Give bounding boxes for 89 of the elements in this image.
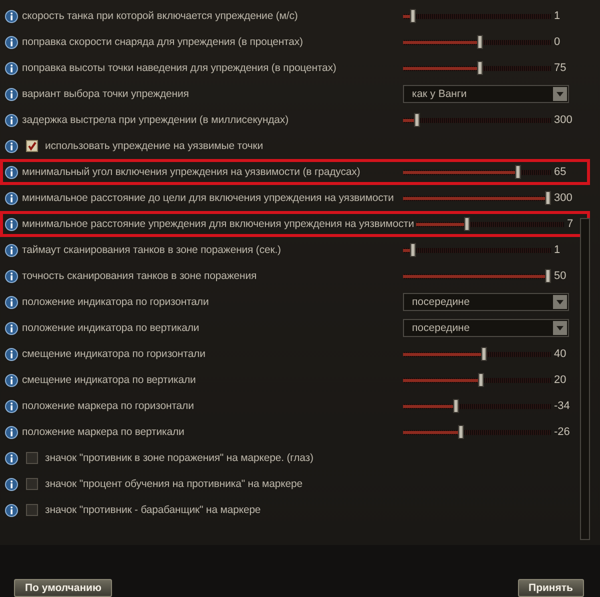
info-icon[interactable] [5,114,18,126]
info-icon[interactable] [5,62,18,74]
slider-thumb[interactable] [545,191,551,205]
slider-thumb[interactable] [478,373,484,387]
slider-value: 50 [554,270,566,282]
slider-value: 1 [554,244,560,256]
setting-label: минимальный угол включения упреждения на уязвимости (в градусах) [22,166,362,178]
setting-label: вариант выбора точки упреждения [22,88,190,100]
slider-track[interactable] [403,243,551,257]
info-icon[interactable] [5,270,18,282]
info-icon[interactable] [5,374,18,386]
info-icon[interactable] [5,504,18,516]
info-icon[interactable] [5,478,18,490]
info-icon[interactable] [5,296,18,308]
info-icon[interactable] [5,426,18,438]
scrollbar[interactable] [580,218,590,540]
slider-thumb[interactable] [410,9,416,23]
checkbox[interactable] [26,140,38,152]
slider-thumb[interactable] [458,425,464,439]
dropdown[interactable]: как у Ванги [403,85,569,103]
info-icon[interactable] [5,10,18,22]
info-icon[interactable] [5,192,18,204]
setting-label: положение маркера по горизонтали [22,400,195,412]
slider-value: 20 [554,374,566,386]
setting-label: смещение индикатора по горизонтали [22,348,206,360]
info-icon[interactable] [5,166,18,178]
info-icon[interactable] [5,348,18,360]
setting-label: значок "противник в зоне поражения" на маркере. (глаз) [45,452,314,464]
slider-thumb[interactable] [476,35,483,49]
slider-track[interactable] [403,35,551,49]
slider-track[interactable] [403,191,551,205]
slider-value: 1 [554,10,560,22]
slider-value: 7 [567,218,574,230]
slider-value: -26 [554,426,570,438]
slider-track[interactable] [403,113,551,127]
slider-track[interactable] [403,373,551,387]
info-icon[interactable] [5,88,18,100]
slider-value: 40 [554,348,566,360]
setting-label: скорость танка при которой включается упреждение (м/с) [22,10,299,22]
slider-track[interactable] [403,165,551,179]
setting-label: значок "процент обучения на противника" на маркере [45,478,304,490]
setting-label: поправка скорости снаряда для упреждения (в процентах) [22,36,304,48]
setting-label: задержка выстрела при упреждении (в миллисекундах) [22,114,290,126]
checkbox[interactable] [26,478,38,490]
slider-thumb[interactable] [464,217,470,231]
slider-track[interactable] [403,425,551,439]
checkbox[interactable] [26,504,38,516]
dropdown[interactable]: посередине [403,293,569,311]
setting-label: поправка высоты точки наведения для упреждения (в процентах) [22,62,338,74]
setting-label: положение индикатора по горизонтали [22,296,210,308]
slider-value: 0 [554,36,560,48]
info-icon[interactable] [5,140,18,152]
slider-value: 300 [554,114,572,126]
setting-label: использовать упреждение на уязвимые точки [45,140,264,152]
slider-value: 65 [554,166,566,178]
slider-value: 75 [554,62,566,74]
slider-track[interactable] [403,399,551,413]
dropdown[interactable]: посередине [403,319,569,337]
action-button[interactable]: По умолчанию [14,579,112,597]
slider-track[interactable] [403,9,551,23]
slider-thumb[interactable] [545,269,551,283]
info-icon[interactable] [5,244,18,256]
setting-label: смещение индикатора по вертикали [22,374,197,386]
setting-label: точность сканирования танков в зоне поражения [22,270,258,282]
slider-track[interactable] [403,269,551,283]
checkbox[interactable] [26,452,38,464]
info-icon[interactable] [5,400,18,412]
info-icon[interactable] [5,36,18,48]
info-icon[interactable] [5,452,18,464]
slider-track[interactable] [403,61,551,75]
slider-thumb[interactable] [476,61,483,75]
slider-thumb[interactable] [515,165,522,179]
slider-thumb[interactable] [410,243,416,257]
slider-track[interactable] [416,217,564,231]
setting-label: минимальное расстояние упреждения для включения упреждения на уязвимости [22,218,414,230]
slider-thumb[interactable] [452,399,459,413]
slider-track[interactable] [403,347,551,361]
slider-thumb[interactable] [481,347,488,361]
info-icon[interactable] [5,218,18,230]
slider-value: 300 [554,192,572,204]
info-icon[interactable] [5,322,18,334]
setting-label: положение маркера по вертикали [22,426,186,438]
action-button[interactable]: Принять [518,579,584,597]
setting-label: таймаут сканирования танков в зоне поражения (сек.) [22,244,282,256]
setting-label: положение индикатора по вертикали [22,322,200,334]
slider-value: -34 [554,400,570,412]
setting-label: минимальное расстояние до цели для включения упреждения на уязвимости [22,192,395,204]
slider-thumb[interactable] [414,113,420,127]
setting-label: значок "противник - барабанщик" на маркере [45,504,262,516]
